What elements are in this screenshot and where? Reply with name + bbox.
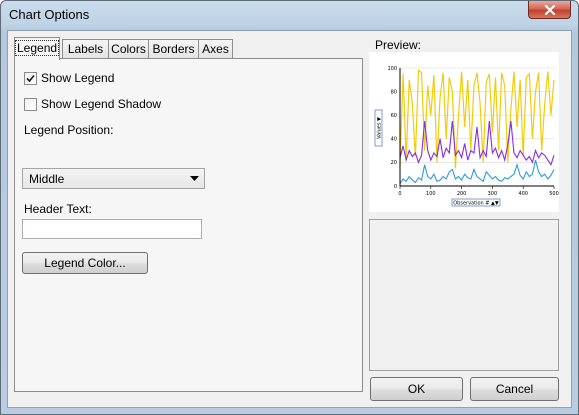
x-tick-label: 100 [426, 191, 436, 197]
legend-panel: Show Legend Show Legend Shadow Legend Po… [14, 58, 363, 392]
legend-position-value: Middle [29, 172, 65, 186]
preview-chart-svg: 0 20 40 60 80 100 0 100 200 300 400 500 Observation … [374, 66, 559, 207]
y-tick-label: 40 [391, 137, 397, 143]
y-tick-label: 0 [394, 184, 397, 190]
show-legend-shadow-row[interactable]: Show Legend Shadow [24, 97, 161, 111]
x-axis-label: Observation # ▲▼ [453, 201, 499, 207]
tab-axes-label: Axes [202, 42, 229, 56]
show-legend-row[interactable]: Show Legend [24, 71, 114, 85]
preview-chart: 0 20 40 60 80 100 0 100 200 300 400 500 Observation … [369, 52, 559, 212]
series-line-1 [399, 69, 555, 169]
window-title: Chart Options [9, 7, 90, 22]
x-tick-label: 400 [518, 191, 528, 197]
tab-colors[interactable]: Colors [108, 39, 149, 59]
x-tick-label: 300 [488, 191, 498, 197]
x-tick-label: 0 [398, 191, 401, 197]
series-line-3 [399, 159, 555, 184]
preview-label: Preview: [375, 38, 422, 52]
tab-borders-label: Borders [152, 42, 195, 56]
tab-labels[interactable]: Labels [62, 39, 109, 59]
show-legend-checkbox[interactable] [24, 71, 37, 85]
close-icon [544, 4, 555, 15]
close-button[interactable] [528, 1, 571, 19]
header-text-input[interactable] [22, 219, 202, 239]
cancel-button[interactable]: Cancel [470, 377, 559, 401]
tab-labels-label: Labels [67, 42, 104, 56]
tab-legend[interactable]: Legend [14, 37, 60, 60]
legend-position-label: Legend Position: [24, 123, 114, 137]
header-text-label: Header Text: [24, 202, 92, 216]
y-tick-label: 80 [391, 89, 397, 95]
y-tick-label: 60 [391, 113, 397, 119]
preview-legend-area [369, 219, 559, 371]
x-tick-label: 200 [457, 191, 467, 197]
show-legend-shadow-checkbox[interactable] [24, 97, 37, 111]
ok-button[interactable]: OK [370, 377, 463, 401]
tab-axes[interactable]: Axes [198, 39, 233, 59]
series-line-2 [399, 121, 555, 167]
y-axis-label: Values ▼ [377, 117, 383, 139]
x-tick-label: 500 [549, 191, 559, 197]
show-legend-shadow-label: Show Legend Shadow [41, 97, 162, 111]
chart-options-window: Chart Options Legend Labels Colors Borde… [0, 0, 579, 415]
chevron-down-icon[interactable] [185, 169, 204, 188]
legend-position-select[interactable]: Middle [22, 168, 205, 189]
tab-legend-label: Legend [15, 40, 60, 56]
dialog-client: Legend Labels Colors Borders Axes Show L… [7, 30, 572, 408]
tab-borders[interactable]: Borders [148, 39, 199, 59]
show-legend-label: Show Legend [41, 71, 115, 85]
y-tick-label: 100 [387, 66, 397, 72]
legend-color-button[interactable]: Legend Color... [22, 252, 148, 274]
tab-colors-label: Colors [111, 42, 146, 56]
y-tick-label: 20 [391, 160, 397, 166]
check-icon [26, 74, 35, 82]
